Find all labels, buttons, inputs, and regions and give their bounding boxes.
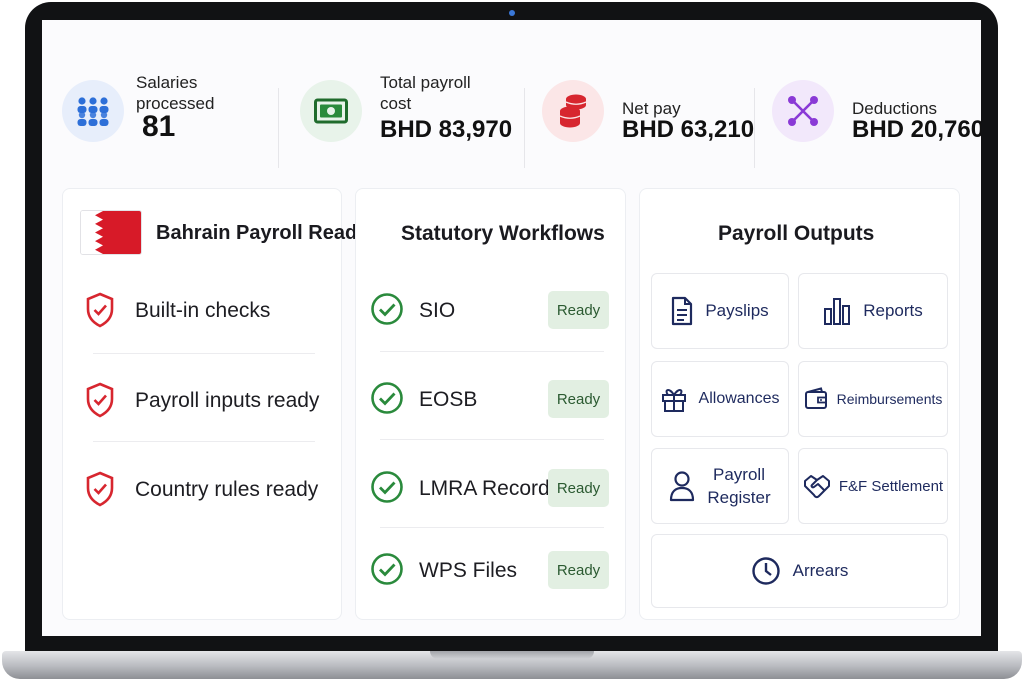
allowances-button[interactable]: Allowances <box>651 361 789 437</box>
shield-check-icon <box>86 471 114 507</box>
card-statutory-workflows: Statutory Workflows SIO Ready EOSB Ready… <box>355 188 626 620</box>
stat-value: 81 <box>142 110 176 143</box>
card-title: Statutory Workflows <box>401 222 605 245</box>
status-badge: Ready <box>548 291 609 329</box>
divider <box>524 88 525 168</box>
laptop-bezel: Salaries processed 81 Total payroll cost B… <box>25 2 998 657</box>
stat-deductions: Deductions BHD 20,760 <box>772 72 981 160</box>
workflow-label: WPS Files <box>419 559 518 582</box>
check-item-label: Payroll inputs ready <box>135 389 320 412</box>
arrears-button[interactable]: Arrears <box>651 534 948 608</box>
workflow-label: LMRA Records <box>419 477 561 500</box>
stat-value: BHD 20,760 <box>852 116 981 143</box>
check-circle-icon <box>371 471 403 503</box>
output-label: F&F Settlement <box>838 477 944 495</box>
stat-total-payroll-cost: Total payroll cost BHD 83,970 <box>300 72 530 160</box>
output-label: Allowances <box>698 390 780 407</box>
divider <box>380 351 604 352</box>
payslips-button[interactable]: Payslips <box>651 273 789 349</box>
check-circle-icon <box>371 293 403 325</box>
clock-icon <box>751 556 781 586</box>
card-title: Payroll Outputs <box>718 222 875 245</box>
divider <box>93 441 315 442</box>
cash-icon <box>300 80 362 142</box>
card-title: Bahrain Payroll Ready <box>156 222 369 244</box>
ff-settlement-button[interactable]: F&F Settlement <box>798 448 948 524</box>
divider <box>380 527 604 528</box>
bar-chart-icon <box>823 296 851 326</box>
output-label: Reports <box>863 301 923 320</box>
stat-value: BHD 83,970 <box>380 116 513 143</box>
wallet-icon <box>804 387 828 411</box>
stat-salaries-processed: Salaries processed 81 <box>62 72 292 160</box>
people-icon <box>62 80 124 142</box>
check-circle-icon <box>371 553 403 585</box>
status-badge: Ready <box>548 469 609 507</box>
laptop-hinge-notch <box>430 651 594 659</box>
check-item-label: Country rules ready <box>135 478 319 501</box>
card-bahrain-payroll: Bahrain Payroll Ready Built-in checks Pa… <box>62 188 368 620</box>
camera-dot <box>509 10 515 16</box>
dashboard-screen: Salaries processed 81 Total payroll cost B… <box>42 20 981 636</box>
workflow-label: SIO <box>419 299 456 322</box>
stat-value: BHD 63,210 <box>622 116 755 143</box>
reports-button[interactable]: Reports <box>798 273 948 349</box>
coins-icon <box>542 80 604 142</box>
stat-label: Salaries processed <box>136 73 215 113</box>
stat-label: Total payroll cost <box>380 73 471 113</box>
reimbursements-button[interactable]: Reimbursements <box>798 361 948 437</box>
gift-icon <box>661 385 687 413</box>
divider <box>380 439 604 440</box>
handshake-icon <box>803 473 831 499</box>
shield-check-icon <box>86 292 114 328</box>
network-icon <box>772 80 834 142</box>
workflow-label: EOSB <box>419 388 478 411</box>
payroll-register-button[interactable]: Payroll Register <box>651 448 789 524</box>
divider <box>278 88 279 168</box>
person-icon <box>669 470 695 502</box>
output-label: Reimbursements <box>836 391 943 407</box>
output-label: Payslips <box>705 301 769 320</box>
shield-check-icon <box>86 382 114 418</box>
output-label: Payroll Register <box>707 465 771 507</box>
divider <box>93 353 315 354</box>
status-badge: Ready <box>548 551 609 589</box>
card-payroll-outputs: Payroll Outputs Payslips Reports Allowan… <box>639 188 960 620</box>
check-item-label: Built-in checks <box>135 299 271 322</box>
status-badge: Ready <box>548 380 609 418</box>
bahrain-flag-icon <box>80 210 142 255</box>
check-circle-icon <box>371 382 403 414</box>
document-icon <box>671 296 693 326</box>
divider <box>754 88 755 168</box>
stat-net-pay: Net pay BHD 63,210 <box>542 72 767 160</box>
output-label: Arrears <box>792 561 849 580</box>
